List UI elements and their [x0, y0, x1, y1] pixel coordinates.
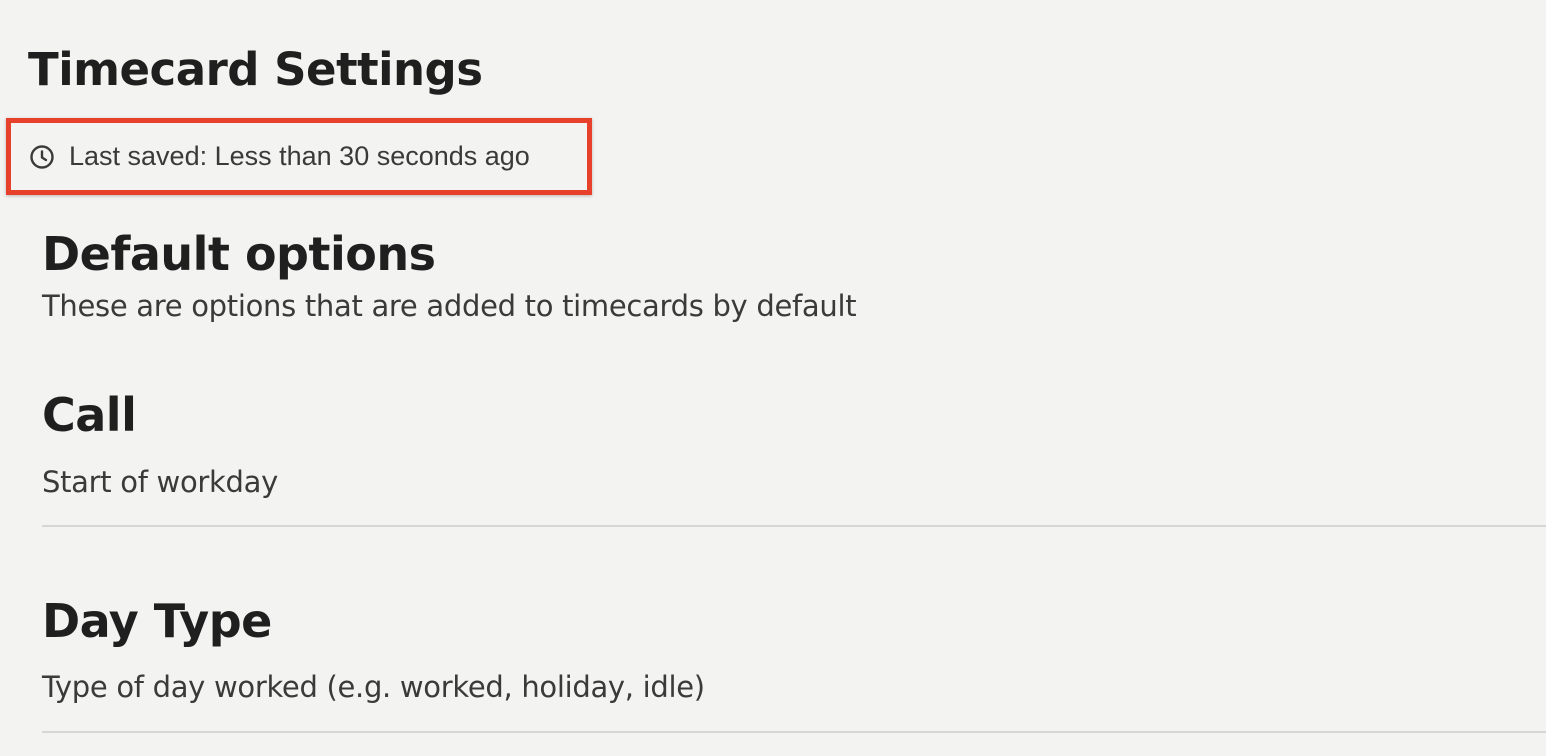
option-title: Call — [42, 388, 137, 442]
option-row-day-type[interactable]: Day Type Type of day worked (e.g. worked… — [42, 591, 1546, 733]
clock-icon — [29, 144, 55, 170]
section-heading: Default options — [42, 227, 436, 281]
option-title: Day Type — [42, 594, 272, 648]
section-description: These are options that are added to time… — [42, 289, 857, 323]
option-description: Type of day worked (e.g. worked, holiday… — [42, 670, 705, 704]
page-title: Timecard Settings — [28, 43, 483, 96]
default-options-section: Default options These are options that a… — [42, 224, 1546, 326]
option-row-call[interactable]: Call Start of workday — [42, 385, 1546, 527]
last-saved-text: Last saved: Less than 30 seconds ago — [69, 141, 530, 171]
last-saved-status: Last saved: Less than 30 seconds ago — [6, 118, 592, 195]
option-description: Start of workday — [42, 465, 278, 499]
